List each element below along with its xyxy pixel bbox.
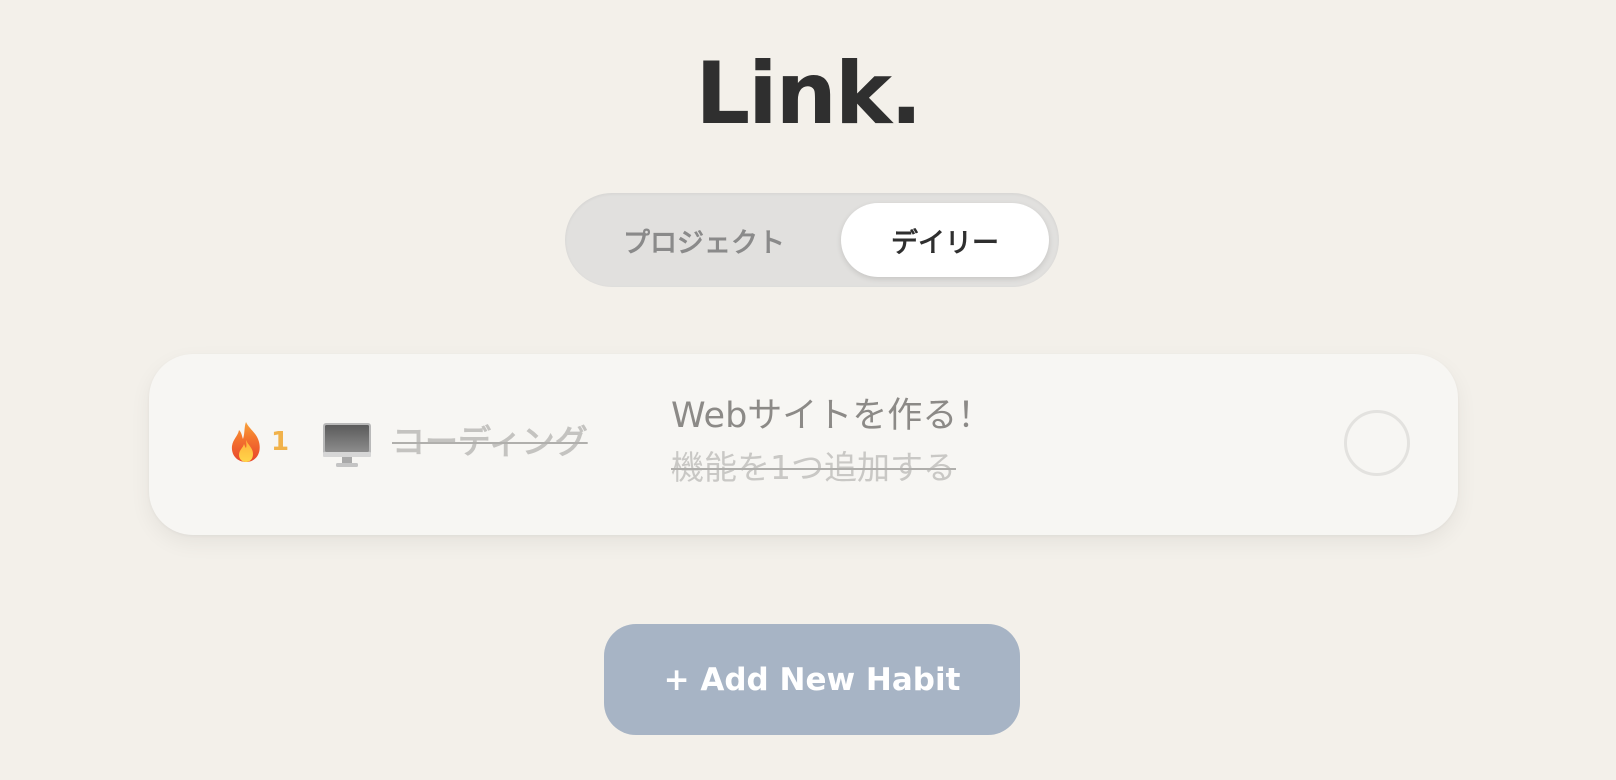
goal-subtask: 機能を1つ追加する — [671, 448, 956, 487]
fire-icon — [229, 420, 263, 464]
tab-project[interactable]: プロジェクト — [577, 203, 831, 277]
habit-name: コーディング — [392, 422, 588, 461]
app-title: Link. — [695, 44, 922, 144]
complete-toggle[interactable] — [1344, 410, 1410, 476]
streak-count: 1 — [271, 427, 290, 457]
habit-card[interactable]: 1 コーディング Webサイトを作る！ 機能を1つ追加する — [149, 354, 1458, 535]
add-habit-button[interactable]: + Add New Habit — [604, 624, 1020, 735]
desktop-computer-icon — [322, 422, 372, 468]
goal-title: Webサイトを作る！ — [671, 396, 993, 436]
tab-daily[interactable]: デイリー — [841, 203, 1049, 277]
view-toggle: プロジェクト デイリー — [565, 193, 1059, 287]
